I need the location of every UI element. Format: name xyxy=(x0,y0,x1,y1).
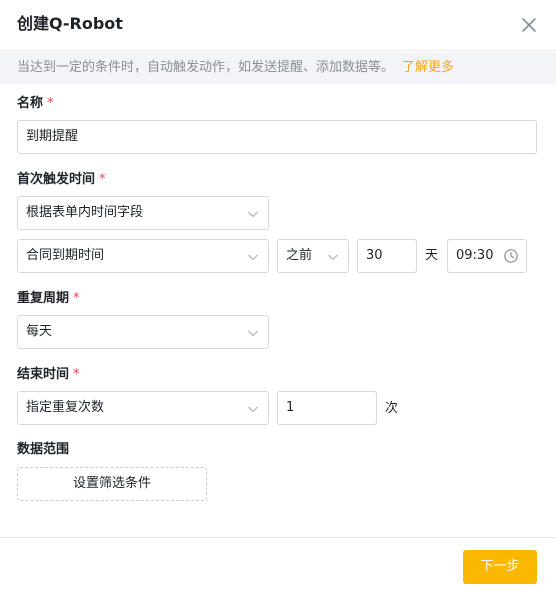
close-icon[interactable] xyxy=(519,15,539,35)
first-trigger-label: 首次触发时间 * xyxy=(17,172,106,187)
dialog-header: 创建Q-Robot xyxy=(0,0,556,51)
chevron-down-icon xyxy=(328,254,338,261)
required-mark: * xyxy=(99,172,106,187)
date-field-select[interactable]: 合同到期时间 xyxy=(17,239,269,273)
days-unit-label: 天 xyxy=(425,248,439,263)
name-input[interactable]: 到期提醒 xyxy=(17,120,537,154)
dialog-title: 创建Q-Robot xyxy=(17,14,123,33)
trigger-time-picker[interactable]: 09:30 xyxy=(447,239,527,273)
date-field-value: 合同到期时间 xyxy=(26,248,105,263)
learn-more-link[interactable]: 了解更多 xyxy=(402,60,454,75)
banner-text: 当达到一定的条件时，自动触发动作，如发送提醒、添加数据等。 xyxy=(17,60,395,75)
repeat-value: 每天 xyxy=(26,324,53,339)
repeat-label: 重复周期 * xyxy=(17,291,80,306)
offset-days-input[interactable]: 30 xyxy=(357,239,417,273)
times-unit-label: 次 xyxy=(385,401,399,416)
create-robot-dialog: 创建Q-Robot 当达到一定的条件时，自动触发动作，如发送提醒、添加数据等。了… xyxy=(0,0,556,594)
end-mode-value: 指定重复次数 xyxy=(26,400,105,415)
relation-value: 之前 xyxy=(286,248,313,263)
chevron-down-icon xyxy=(248,330,258,337)
trigger-source-select[interactable]: 根据表单内时间字段 xyxy=(17,196,269,230)
relation-select[interactable]: 之前 xyxy=(277,239,349,273)
set-filter-button[interactable]: 设置筛选条件 xyxy=(17,467,207,501)
info-banner: 当达到一定的条件时，自动触发动作，如发送提醒、添加数据等。 了解更多 xyxy=(0,52,556,84)
required-mark: * xyxy=(47,96,54,111)
data-scope-label: 数据范围 xyxy=(17,442,70,457)
name-input-value: 到期提醒 xyxy=(26,129,79,144)
repeat-select[interactable]: 每天 xyxy=(17,315,269,349)
trigger-source-value: 根据表单内时间字段 xyxy=(26,205,144,220)
chevron-down-icon xyxy=(248,211,258,218)
chevron-down-icon xyxy=(248,254,258,261)
name-label: 名称 * xyxy=(17,96,54,111)
required-mark: * xyxy=(73,291,80,306)
end-mode-select[interactable]: 指定重复次数 xyxy=(17,391,269,425)
repeat-count-value: 1 xyxy=(286,400,295,415)
trigger-time-value: 09:30 xyxy=(456,248,494,263)
offset-days-value: 30 xyxy=(366,248,383,263)
chevron-down-icon xyxy=(248,406,258,413)
required-mark: * xyxy=(73,367,80,382)
end-time-label: 结束时间 * xyxy=(17,367,80,382)
clock-icon xyxy=(504,249,518,263)
repeat-count-input[interactable]: 1 xyxy=(277,391,377,425)
next-step-button[interactable]: 下一步 xyxy=(463,550,537,584)
